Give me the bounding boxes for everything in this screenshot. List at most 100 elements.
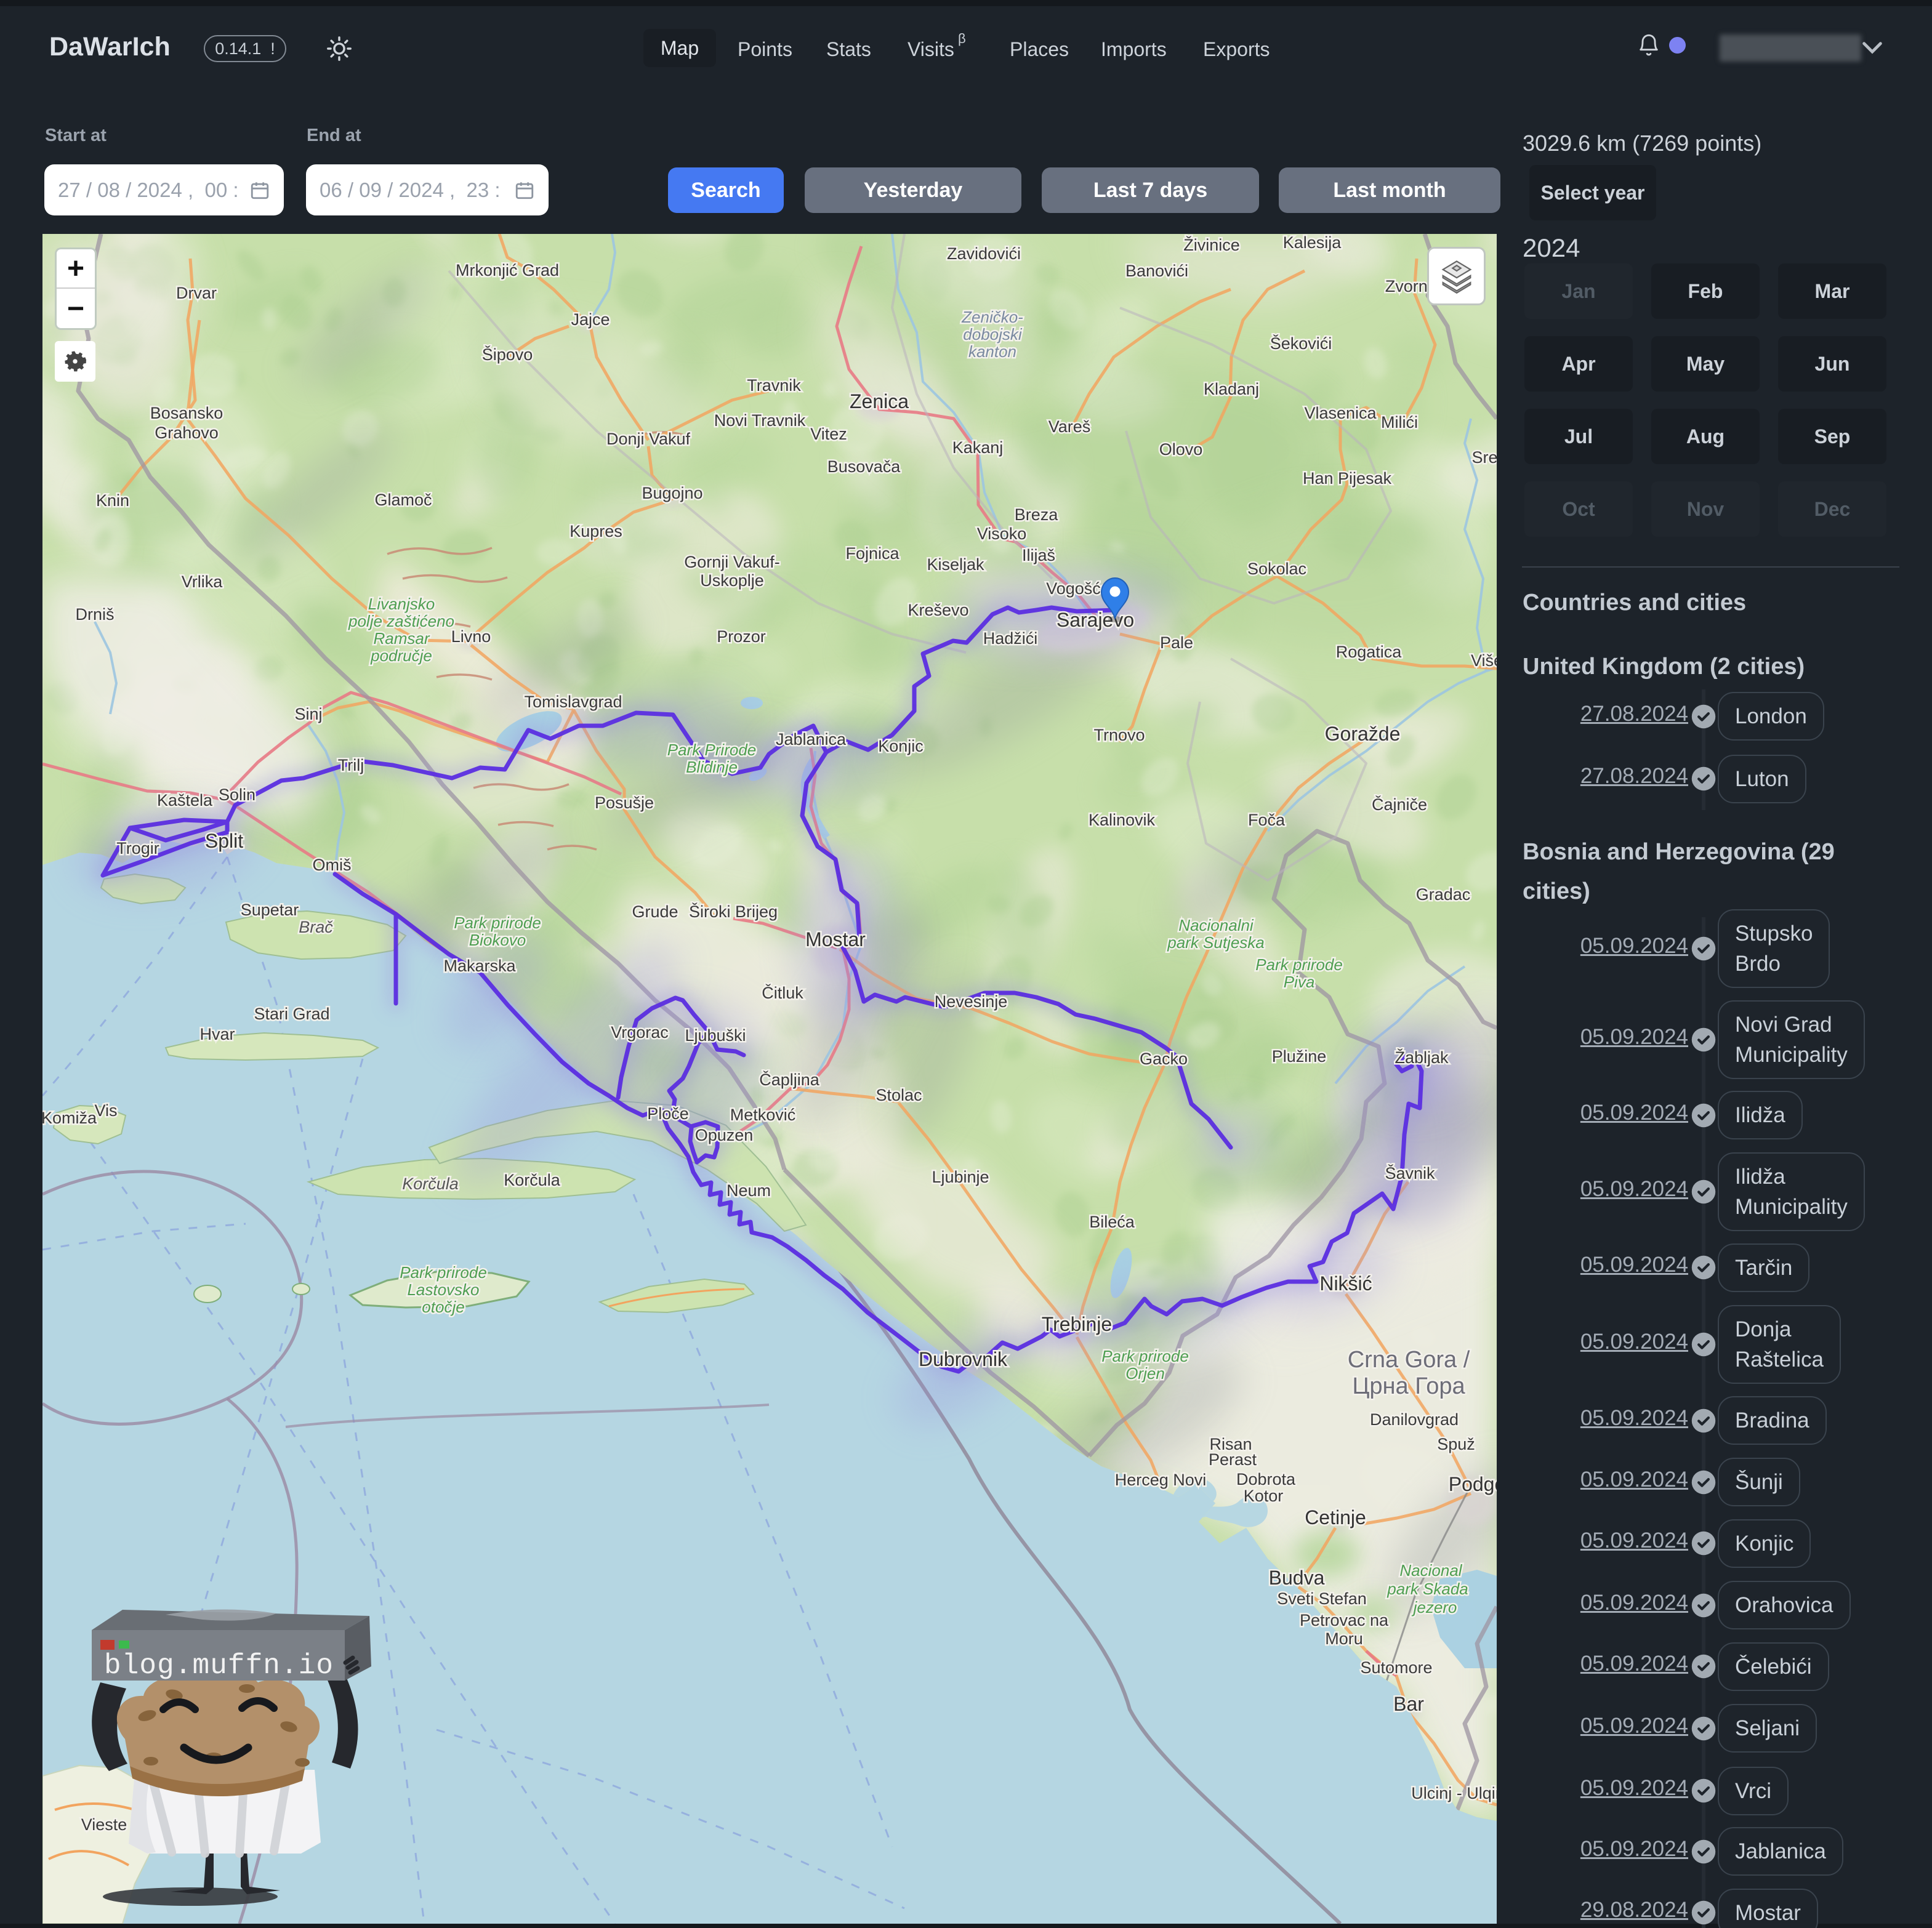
svg-text:Kladanj: Kladanj	[1204, 380, 1259, 398]
svg-text:Kupres: Kupres	[570, 522, 622, 540]
svg-text:kanton: kanton	[968, 342, 1016, 361]
svg-text:Kotor: Kotor	[1244, 1487, 1284, 1505]
svg-text:Donji Vakuf: Donji Vakuf	[606, 430, 691, 448]
svg-text:Nikšić: Nikšić	[1319, 1272, 1372, 1295]
svg-text:Vieste: Vieste	[81, 1815, 127, 1834]
svg-text:Split: Split	[205, 830, 243, 852]
svg-text:Opuzen: Opuzen	[695, 1126, 754, 1144]
svg-text:Knin: Knin	[96, 491, 129, 510]
svg-text:Sreb: Sreb	[1471, 448, 1497, 467]
svg-text:Budva: Budva	[1269, 1567, 1325, 1589]
svg-text:Bileća: Bileća	[1089, 1213, 1135, 1231]
svg-text:Hvar: Hvar	[199, 1025, 235, 1043]
svg-text:Mostar: Mostar	[805, 928, 866, 950]
svg-text:Piva: Piva	[1284, 973, 1315, 991]
svg-text:Vogošća: Vogošća	[1046, 579, 1111, 598]
svg-text:Park prirode: Park prirode	[1101, 1347, 1189, 1365]
svg-text:Park prirode: Park prirode	[400, 1263, 487, 1282]
svg-text:Sokolac: Sokolac	[1247, 560, 1306, 578]
svg-text:Vrlika: Vrlika	[182, 572, 223, 591]
svg-text:Šipovo: Šipovo	[482, 345, 533, 364]
svg-text:Sinj: Sinj	[294, 705, 322, 723]
svg-text:Široki Brijeg: Široki Brijeg	[689, 902, 778, 921]
svg-text:Sutomore: Sutomore	[1360, 1658, 1432, 1677]
svg-text:Park prirode: Park prirode	[1255, 955, 1343, 974]
svg-text:Grude: Grude	[632, 902, 678, 921]
svg-text:Dubrovnik: Dubrovnik	[919, 1348, 1008, 1370]
svg-text:Trilj: Trilj	[338, 756, 364, 774]
svg-text:Kalinovik: Kalinovik	[1089, 811, 1156, 829]
svg-text:Konjic: Konjic	[878, 737, 924, 755]
svg-text:Drvar: Drvar	[176, 284, 217, 302]
svg-text:Vrgorac: Vrgorac	[611, 1023, 669, 1042]
svg-text:Prozor: Prozor	[717, 627, 766, 646]
svg-text:Crna Gora /: Crna Gora /	[1348, 1347, 1470, 1373]
svg-text:Olovo: Olovo	[1159, 440, 1203, 459]
svg-text:Nacionalni: Nacionalni	[1178, 916, 1254, 934]
svg-text:Stari Grad: Stari Grad	[254, 1005, 329, 1023]
svg-text:Park prirode: Park prirode	[454, 914, 541, 932]
svg-text:Han Pijesak: Han Pijesak	[1303, 469, 1392, 488]
svg-text:Brač: Brač	[299, 918, 333, 936]
svg-text:Gradac: Gradac	[1416, 885, 1471, 904]
svg-text:Makarska: Makarska	[443, 957, 516, 975]
svg-text:Livno: Livno	[451, 627, 491, 646]
svg-text:Žabljak: Žabljak	[1395, 1048, 1449, 1067]
svg-text:Lastovsko: Lastovsko	[407, 1280, 479, 1299]
svg-text:Novi Travnik: Novi Travnik	[714, 411, 806, 430]
svg-text:Goražde: Goražde	[1325, 723, 1401, 745]
svg-text:Breza: Breza	[1015, 505, 1059, 524]
svg-text:Bugojno: Bugojno	[642, 484, 702, 502]
svg-text:Plužine: Plužine	[1272, 1047, 1327, 1066]
svg-text:Blidinje: Blidinje	[686, 758, 738, 776]
svg-text:Sveti Stefan: Sveti Stefan	[1277, 1589, 1367, 1608]
svg-text:Živinice: Živinice	[1183, 235, 1240, 254]
svg-text:blog.muffn.io: blog.muffn.io	[104, 1650, 333, 1682]
svg-text:Kakanj: Kakanj	[952, 438, 1004, 457]
svg-text:Zeničko-: Zeničko-	[961, 308, 1023, 326]
svg-text:Sarajevo: Sarajevo	[1057, 609, 1134, 631]
svg-text:Ramsar: Ramsar	[373, 629, 430, 648]
svg-text:Vitez: Vitez	[810, 425, 847, 443]
svg-text:Jablanica: Jablanica	[776, 730, 847, 749]
svg-text:Čajniče: Čajniče	[1372, 795, 1427, 814]
svg-text:Fojnica: Fojnica	[845, 544, 900, 563]
svg-text:Šavnik: Šavnik	[1385, 1163, 1435, 1183]
svg-text:Gornji Vakuf-: Gornji Vakuf-	[684, 553, 780, 571]
svg-text:Komiža: Komiža	[42, 1109, 97, 1127]
svg-text:Glamoč: Glamoč	[374, 491, 432, 509]
svg-text:Omiš: Omiš	[313, 856, 352, 874]
svg-text:Nevesinje: Nevesinje	[935, 992, 1008, 1011]
svg-text:Korčula: Korčula	[504, 1171, 561, 1189]
svg-text:Hadžići: Hadžići	[983, 629, 1038, 648]
svg-text:Supetar: Supetar	[241, 901, 299, 919]
svg-text:Црна Гора: Црна Гора	[1352, 1373, 1465, 1399]
svg-text:Vlasenica: Vlasenica	[1304, 404, 1377, 422]
svg-text:Petrovac na: Petrovac na	[1300, 1611, 1389, 1629]
svg-text:Mrkonjić Grad: Mrkonjić Grad	[456, 261, 559, 279]
svg-text:Vareš: Vareš	[1049, 417, 1091, 436]
svg-text:Travnik: Travnik	[747, 376, 801, 395]
svg-text:Visoko: Visoko	[977, 524, 1027, 543]
svg-text:Posušje: Posušje	[595, 793, 654, 812]
svg-text:dobojski: dobojski	[963, 325, 1023, 343]
svg-text:Podgo: Podgo	[1449, 1473, 1497, 1495]
svg-text:Milići: Milići	[1381, 413, 1418, 432]
svg-text:Šekovići: Šekovići	[1270, 334, 1332, 353]
svg-text:Rogatica: Rogatica	[1336, 643, 1403, 661]
svg-text:Danilovgrad: Danilovgrad	[1370, 1410, 1459, 1429]
svg-text:polje zaštićeno: polje zaštićeno	[348, 612, 454, 630]
svg-text:Moru: Moru	[1325, 1629, 1363, 1648]
svg-text:Kiseljak: Kiseljak	[927, 555, 984, 574]
svg-text:Solin: Solin	[219, 785, 256, 804]
svg-text:Jajce: Jajce	[571, 310, 610, 329]
svg-text:područje: područje	[370, 646, 432, 665]
svg-text:Zenica: Zenica	[850, 390, 909, 412]
svg-text:otočje: otočje	[422, 1298, 464, 1316]
svg-text:Tomislavgrad: Tomislavgrad	[524, 693, 622, 711]
svg-text:Biokovo: Biokovo	[469, 931, 526, 949]
svg-text:Ilijaš: Ilijaš	[1022, 546, 1055, 564]
svg-text:Bosansko: Bosansko	[150, 404, 223, 422]
svg-text:Orjen: Orjen	[1125, 1364, 1165, 1383]
svg-text:Čapljina: Čapljina	[759, 1070, 820, 1089]
